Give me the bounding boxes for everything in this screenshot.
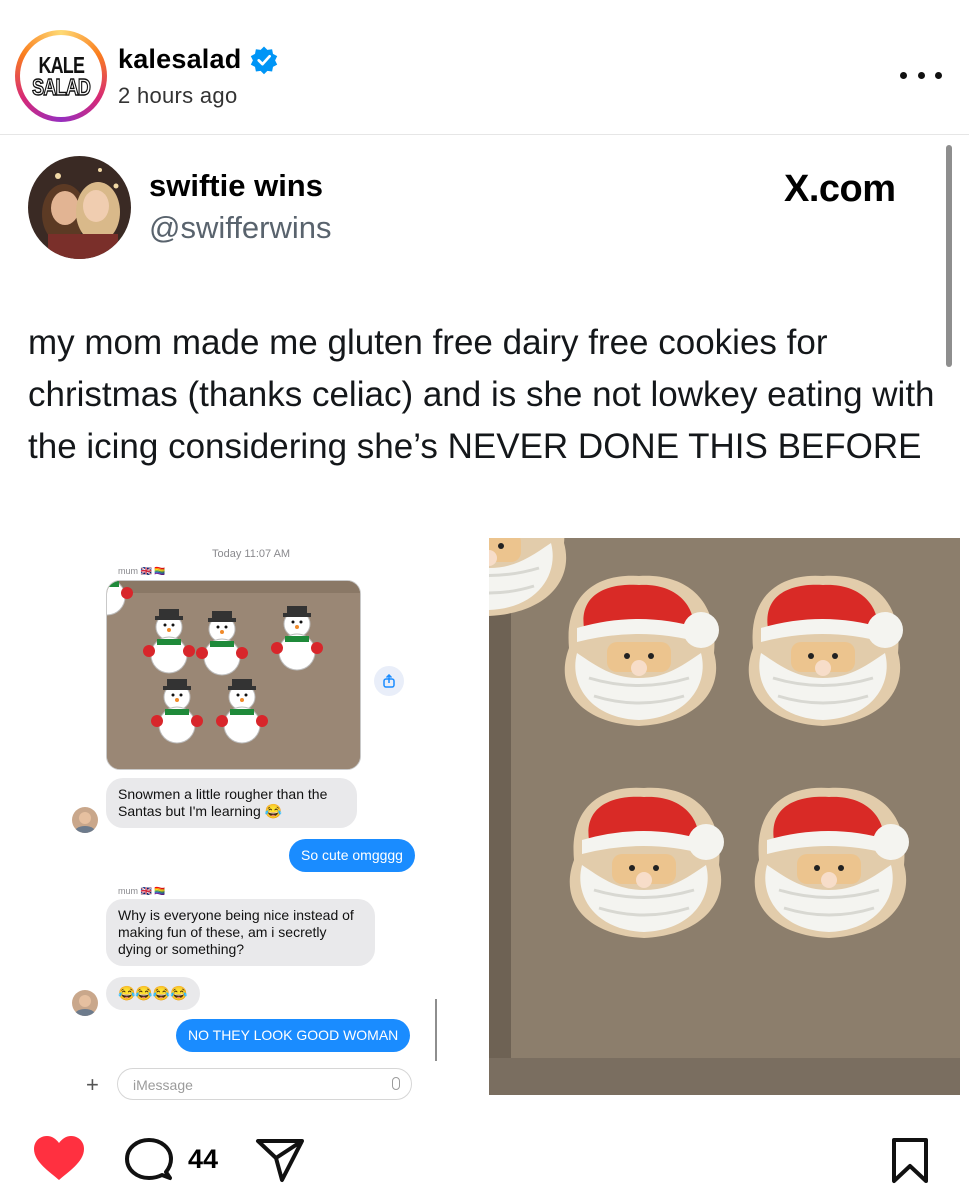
- more-options-icon[interactable]: [900, 68, 942, 82]
- tweet-author-avatar: [28, 156, 131, 259]
- imessage-timestamp: Today 11:07 AM: [212, 548, 291, 560]
- message-bubble-received: 😂😂😂😂: [106, 977, 200, 1010]
- snowman-cookies-photo: [106, 580, 361, 770]
- post-action-bar: 44: [0, 1130, 969, 1190]
- heart-icon[interactable]: [32, 1134, 86, 1182]
- share-icon[interactable]: [254, 1136, 306, 1184]
- comment-count: 44: [188, 1144, 219, 1174]
- tweet-author-name[interactable]: swiftie wins: [149, 168, 323, 204]
- santa-cookies-photo: [489, 538, 960, 1095]
- author-avatar[interactable]: KALE SALAD: [15, 30, 107, 122]
- bookmark-icon[interactable]: [889, 1136, 931, 1186]
- author-username[interactable]: kalesalad: [118, 44, 241, 75]
- mum-avatar: [72, 807, 98, 833]
- message-bubble-received: Snowmen a little rougher than the Santas…: [106, 778, 357, 828]
- plus-icon: +: [86, 1072, 99, 1097]
- imessage-input: iMessage: [117, 1068, 412, 1100]
- message-bubble-sent: NO THEY LOOK GOOD WOMAN: [176, 1019, 411, 1052]
- logo-line-1: KALE: [38, 52, 85, 78]
- tweet-text: my mom made me gluten free dairy free co…: [28, 323, 935, 466]
- imessage-sender-label-2: mum 🇬🇧 🏳️‍🌈: [118, 886, 166, 896]
- imessage-screenshot: Today 11:07 AM mum 🇬🇧 🏳️‍🌈: [62, 537, 442, 1103]
- tweet-author-handle[interactable]: @swifferwins: [149, 210, 332, 246]
- comment-icon[interactable]: [124, 1136, 174, 1184]
- kalesalad-logo: KALE SALAD: [20, 35, 102, 117]
- scrollbar: [435, 999, 437, 1061]
- imessage-sender-label: mum 🇬🇧 🏳️‍🌈: [118, 566, 166, 576]
- microphone-icon: [392, 1077, 400, 1090]
- logo-line-2: SALAD: [31, 74, 91, 100]
- message-bubble-received: Why is everyone being nice instead of ma…: [106, 899, 375, 966]
- post-header: KALE SALAD kalesalad 2 hours ago: [0, 0, 969, 135]
- message-bubble-sent: So cute omgggg: [289, 839, 415, 872]
- x-logo-icon: X.com: [784, 168, 896, 210]
- post-timestamp: 2 hours ago: [118, 83, 238, 108]
- verified-badge-icon: [250, 46, 278, 75]
- mum-avatar: [72, 990, 98, 1016]
- share-icon[interactable]: [374, 666, 404, 696]
